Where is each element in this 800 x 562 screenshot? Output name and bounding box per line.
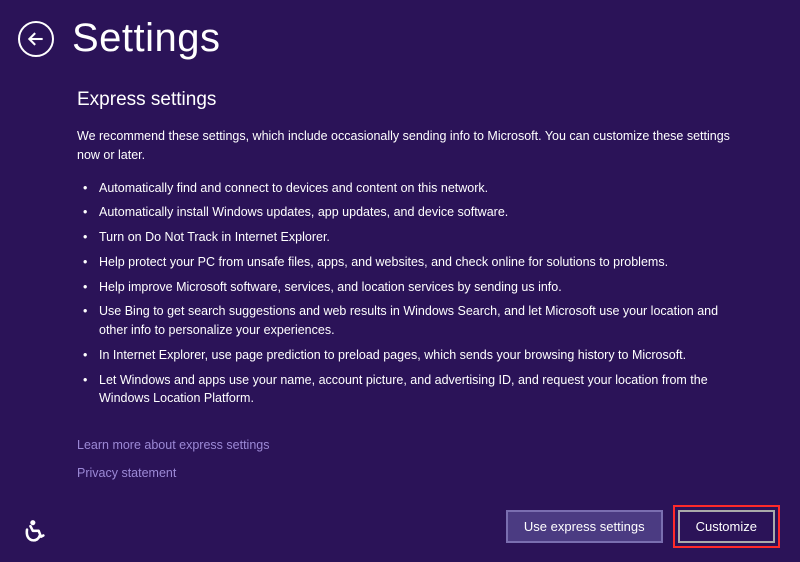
list-item: In Internet Explorer, use page predictio… [77, 346, 730, 365]
list-item: Help protect your PC from unsafe files, … [77, 253, 730, 272]
section-intro: We recommend these settings, which inclu… [77, 127, 730, 165]
accessibility-icon[interactable] [20, 518, 48, 546]
section-title: Express settings [77, 89, 730, 111]
learn-more-link[interactable]: Learn more about express settings [77, 438, 730, 452]
privacy-statement-link[interactable]: Privacy statement [77, 466, 730, 480]
highlight-annotation: Customize [673, 505, 780, 548]
settings-list: Automatically find and connect to device… [77, 179, 730, 409]
list-item: Let Windows and apps use your name, acco… [77, 371, 730, 409]
back-arrow-icon [26, 29, 46, 49]
customize-button[interactable]: Customize [678, 510, 775, 543]
page-title: Settings [72, 16, 221, 61]
list-item: Use Bing to get search suggestions and w… [77, 302, 730, 340]
list-item: Automatically find and connect to device… [77, 179, 730, 198]
use-express-settings-button[interactable]: Use express settings [506, 510, 663, 543]
back-button[interactable] [18, 21, 54, 57]
list-item: Turn on Do Not Track in Internet Explore… [77, 228, 730, 247]
list-item: Help improve Microsoft software, service… [77, 278, 730, 297]
list-item: Automatically install Windows updates, a… [77, 203, 730, 222]
